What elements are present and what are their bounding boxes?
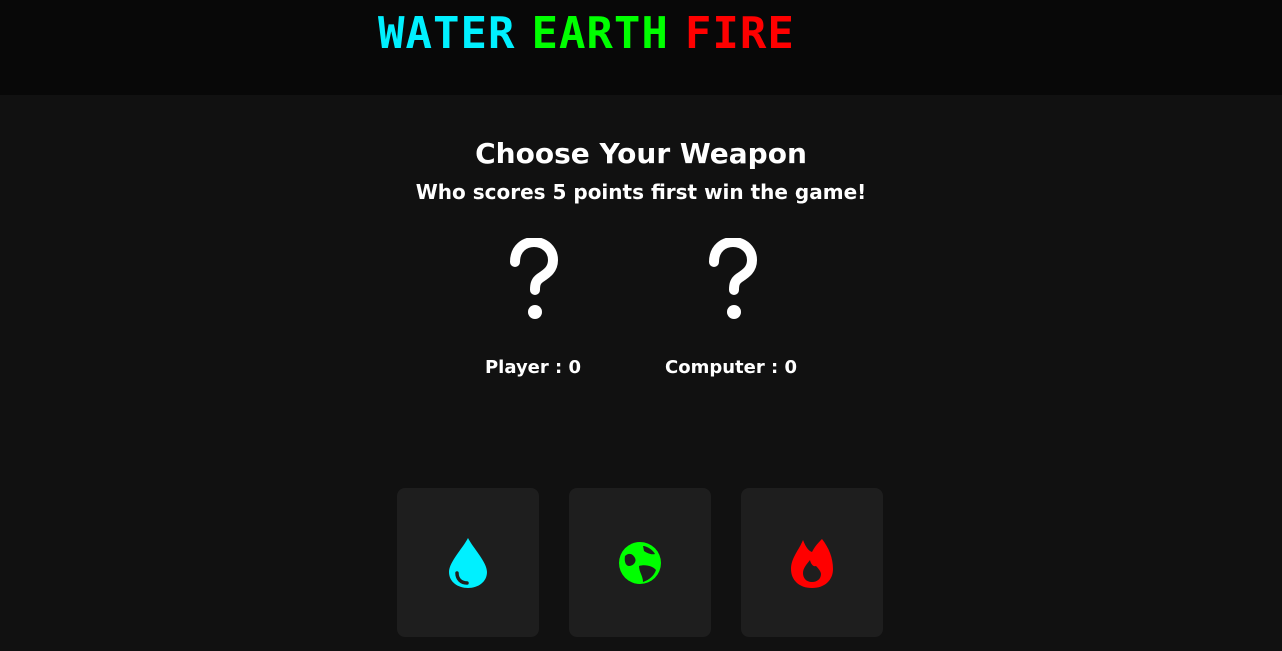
player-choice-display xyxy=(483,238,583,338)
player-score: Player : 0 xyxy=(484,357,582,378)
page-subtitle: Who scores 5 points first win the game! xyxy=(415,180,867,204)
computer-choice-display xyxy=(682,238,782,338)
water-button[interactable] xyxy=(397,488,539,637)
logo-word-water: WATER xyxy=(378,8,516,59)
header: WATER EARTH FIRE xyxy=(0,0,1282,95)
logo-word-earth: EARTH xyxy=(531,8,669,59)
water-drop-icon xyxy=(449,537,487,588)
fire-button[interactable] xyxy=(741,488,883,637)
question-mark-icon xyxy=(510,238,559,319)
computer-score: Computer : 0 xyxy=(665,357,797,378)
globe-icon xyxy=(619,541,661,584)
logo-word-fire: FIRE xyxy=(684,8,795,59)
game-logo: WATER EARTH FIRE xyxy=(378,12,795,56)
page-title: Choose Your Weapon xyxy=(475,137,807,170)
earth-button[interactable] xyxy=(569,488,711,637)
fire-icon xyxy=(791,538,833,588)
question-mark-icon xyxy=(709,238,758,319)
